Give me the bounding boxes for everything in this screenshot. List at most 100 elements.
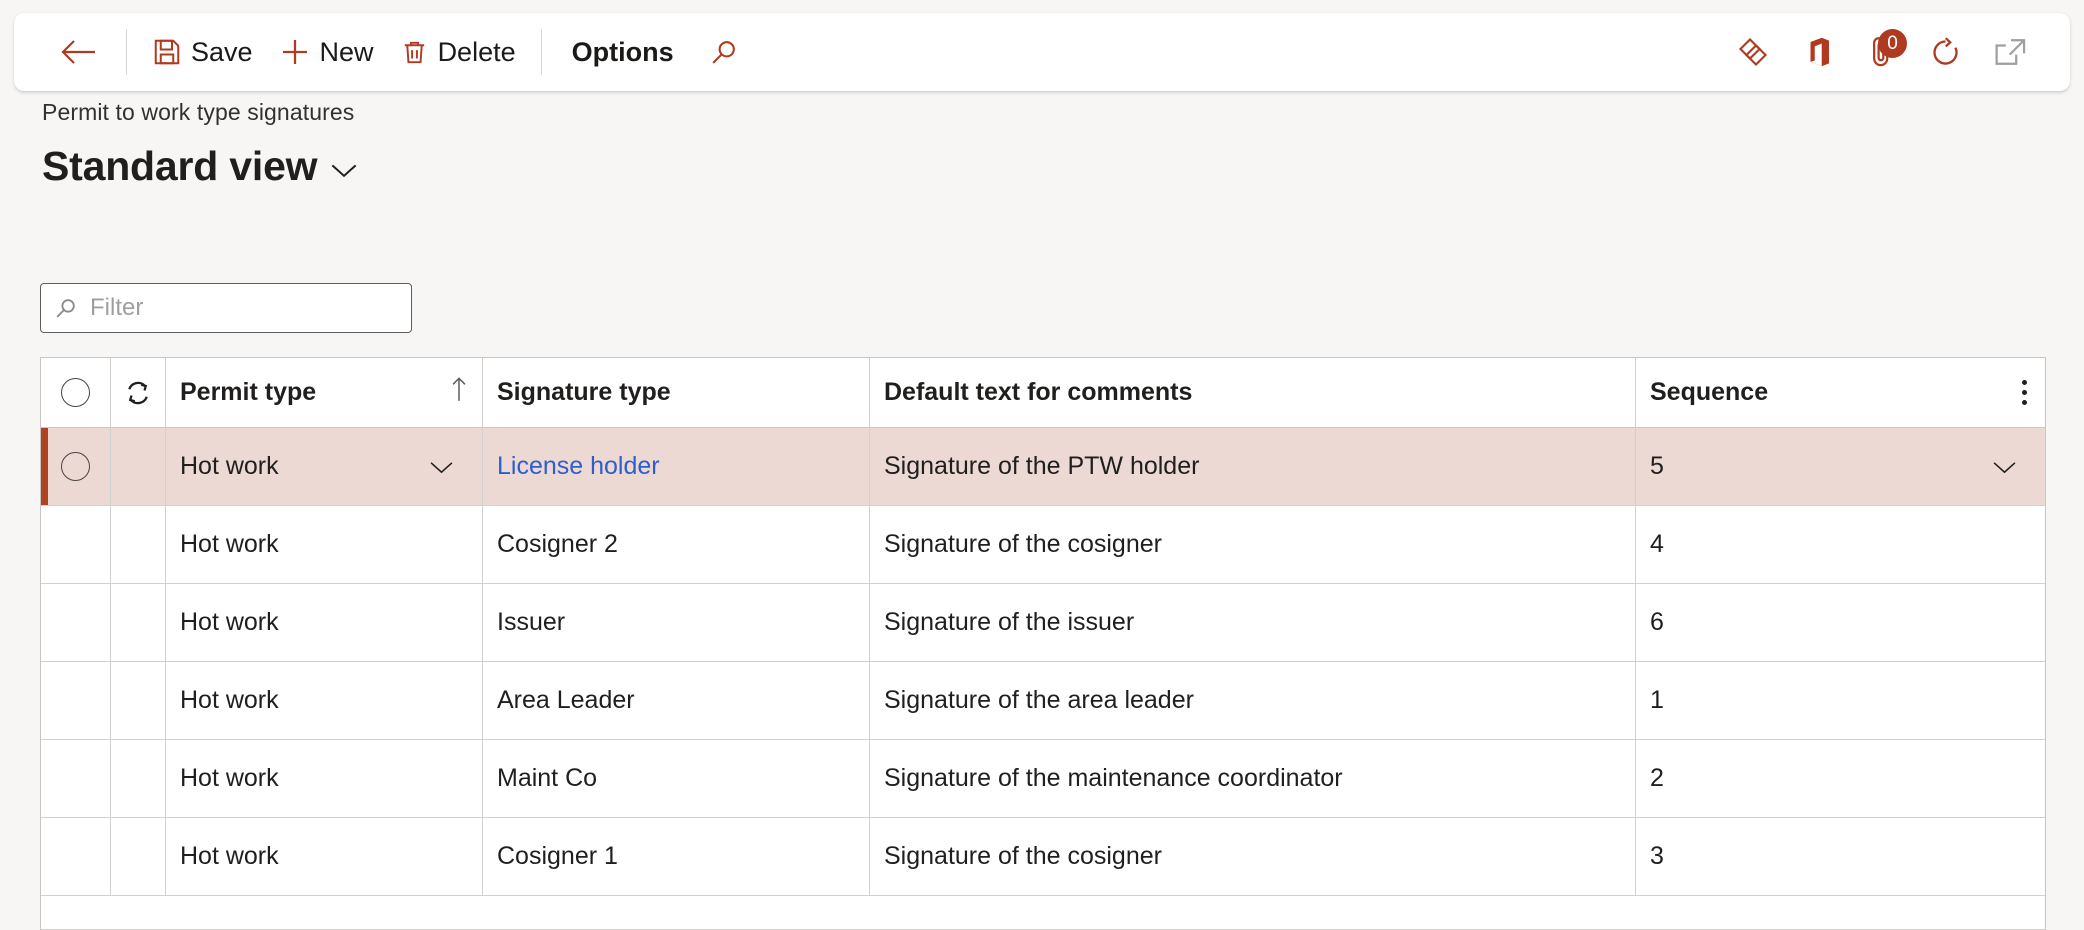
cell-signature-type-value: Maint Co xyxy=(497,764,598,792)
cell-sequence-value: 2 xyxy=(1650,764,1664,792)
row-selected-indicator xyxy=(41,428,48,505)
grid-body: Hot work License holder Signature of the… xyxy=(41,428,2045,930)
table-row[interactable]: Hot work Cosigner 1 Signature of the cos… xyxy=(41,818,2045,896)
table-row[interactable]: Hot work Area Leader Signature of the ar… xyxy=(41,662,2045,740)
cell-sequence[interactable]: 6 xyxy=(1636,584,2045,662)
row-select-cell[interactable] xyxy=(41,740,111,818)
command-bar-right-group: 0 xyxy=(1719,28,2044,76)
cell-default-text-value: Signature of the maintenance coordinator xyxy=(884,764,1343,792)
cell-signature-type[interactable]: Cosigner 2 xyxy=(483,506,870,584)
new-button[interactable]: New xyxy=(266,28,387,76)
cell-sequence[interactable]: 2 xyxy=(1636,740,2045,818)
row-select-cell[interactable] xyxy=(41,506,111,584)
cell-signature-type[interactable]: Issuer xyxy=(483,584,870,662)
save-floppy-icon xyxy=(152,37,182,67)
cell-default-text[interactable]: Signature of the maintenance coordinator xyxy=(870,740,1636,818)
page-title: Standard view xyxy=(42,143,318,189)
cell-signature-type[interactable]: Maint Co xyxy=(483,740,870,818)
cell-sequence[interactable]: 5 xyxy=(1636,428,2045,506)
cell-permit-type[interactable]: Hot work xyxy=(166,662,483,740)
chevron-down-icon[interactable] xyxy=(429,459,468,475)
cell-permit-type[interactable]: Hot work xyxy=(166,818,483,896)
filter-box[interactable] xyxy=(40,283,412,333)
cell-sequence[interactable]: 4 xyxy=(1636,506,2045,584)
table-row[interactable]: Hot work Maint Co Signature of the maint… xyxy=(41,740,2045,818)
save-button[interactable]: Save xyxy=(139,28,266,76)
cell-sequence-value: 1 xyxy=(1650,686,1664,714)
chevron-down-icon[interactable] xyxy=(330,154,358,179)
breadcrumb-caption: Permit to work type signatures xyxy=(42,99,355,125)
cell-permit-type[interactable]: Hot work xyxy=(166,506,483,584)
cell-signature-type-value: Cosigner 2 xyxy=(497,530,618,558)
delete-button-label: Delete xyxy=(437,36,516,67)
cell-default-text-value: Signature of the issuer xyxy=(884,608,1135,636)
select-all-cell[interactable] xyxy=(41,358,111,428)
row-select-cell[interactable] xyxy=(41,662,111,740)
row-select-cell[interactable] xyxy=(41,818,111,896)
search-button[interactable] xyxy=(692,28,755,76)
new-button-label: New xyxy=(319,36,374,67)
row-select-circle-icon[interactable] xyxy=(61,452,90,481)
column-header-sequence[interactable]: Sequence xyxy=(1636,358,2045,428)
back-button[interactable] xyxy=(44,28,114,76)
column-header-sequence-label: Sequence xyxy=(1650,378,1769,406)
table-row[interactable]: Hot work License holder Signature of the… xyxy=(41,428,2045,506)
filter-input[interactable] xyxy=(90,294,400,322)
cell-signature-type[interactable]: Area Leader xyxy=(483,662,870,740)
row-status-cell xyxy=(111,584,166,662)
cell-default-text-value: Signature of the cosigner xyxy=(884,842,1162,870)
refresh-button[interactable] xyxy=(1913,28,1978,76)
row-select-cell[interactable] xyxy=(41,428,111,506)
cell-sequence[interactable]: 1 xyxy=(1636,662,2045,740)
delete-button[interactable]: Delete xyxy=(387,28,529,76)
cell-default-text[interactable]: Signature of the cosigner xyxy=(870,506,1636,584)
row-status-cell xyxy=(111,740,166,818)
kebab-menu-icon[interactable] xyxy=(2022,380,2027,405)
cell-signature-type-value: Area Leader xyxy=(497,686,635,714)
relationships-button[interactable] xyxy=(1719,28,1787,76)
cell-sequence-value: 3 xyxy=(1650,842,1664,870)
sort-ascending-icon xyxy=(450,376,468,409)
options-button[interactable]: Options xyxy=(554,28,692,76)
column-header-signature-type[interactable]: Signature type xyxy=(483,358,870,428)
row-status-cell xyxy=(111,818,166,896)
table-row[interactable]: Hot work Cosigner 2 Signature of the cos… xyxy=(41,506,2045,584)
options-button-label: Options xyxy=(571,36,674,67)
table-row[interactable]: Hot work Issuer Signature of the issuer … xyxy=(41,584,2045,662)
data-grid: Permit type Signature type Default text … xyxy=(40,357,2046,930)
column-header-permit-type[interactable]: Permit type xyxy=(166,358,483,428)
open-in-new-window-button[interactable] xyxy=(1978,28,2044,76)
cell-signature-type-value: Issuer xyxy=(497,608,566,636)
chevron-down-icon[interactable] xyxy=(1992,459,2031,475)
cell-default-text[interactable]: Signature of the cosigner xyxy=(870,818,1636,896)
column-header-signature-type-label: Signature type xyxy=(497,378,671,406)
cell-default-text[interactable]: Signature of the area leader xyxy=(870,662,1636,740)
cell-signature-type[interactable]: License holder xyxy=(483,428,870,506)
cell-signature-type[interactable]: Cosigner 1 xyxy=(483,818,870,896)
plus-icon xyxy=(279,36,311,68)
refresh-column-cell[interactable] xyxy=(111,358,166,428)
cell-default-text[interactable]: Signature of the issuer xyxy=(870,584,1636,662)
cell-default-text[interactable]: Signature of the PTW holder xyxy=(870,428,1636,506)
cell-permit-type[interactable]: Hot work xyxy=(166,740,483,818)
cell-permit-type[interactable]: Hot work xyxy=(166,584,483,662)
command-bar-left-group: Save New Delete Options xyxy=(44,28,1719,76)
table-row-partial[interactable] xyxy=(41,896,2045,930)
cell-sequence[interactable]: 3 xyxy=(1636,818,2045,896)
cell-permit-type-value: Hot work xyxy=(180,764,279,792)
column-header-permit-type-label: Permit type xyxy=(180,378,317,406)
cell-signature-type-link[interactable]: License holder xyxy=(497,452,660,481)
row-select-cell[interactable] xyxy=(41,584,111,662)
column-header-default-text[interactable]: Default text for comments xyxy=(870,358,1636,428)
cell-permit-type[interactable]: Hot work xyxy=(166,428,483,506)
page-header: Permit to work type signatures Standard … xyxy=(42,99,358,190)
cell-permit-type-value: Hot work xyxy=(180,608,279,636)
office-button[interactable] xyxy=(1787,28,1851,76)
relationships-diamond-icon xyxy=(1735,34,1771,70)
attachments-button[interactable]: 0 xyxy=(1851,28,1913,76)
cell-default-text-value: Signature of the PTW holder xyxy=(884,452,1200,480)
select-all-circle-icon[interactable] xyxy=(61,378,90,407)
row-status-cell xyxy=(111,662,166,740)
toolbar-divider-2 xyxy=(540,29,542,75)
sync-icon xyxy=(123,378,153,408)
